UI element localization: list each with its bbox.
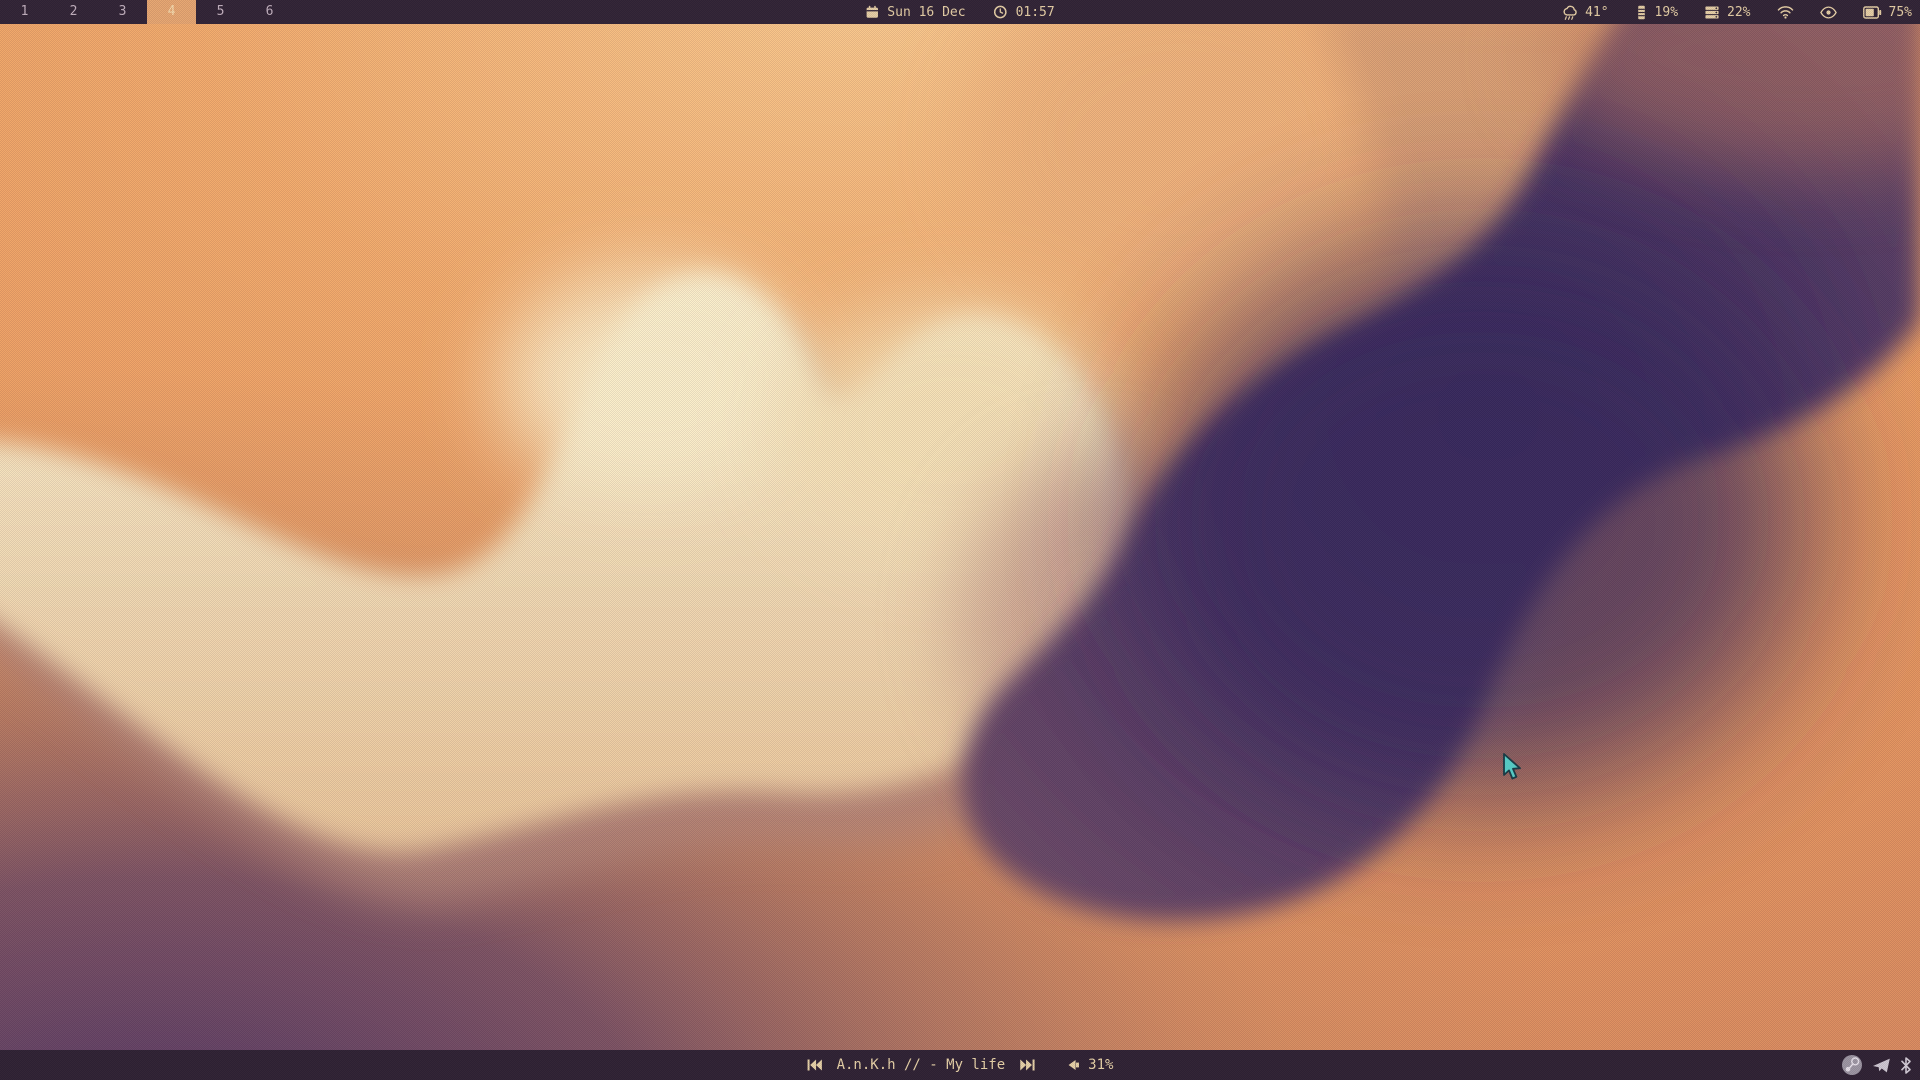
weather-module: 41° (1561, 4, 1608, 21)
top-status-bar: 1 2 3 4 5 6 Sun 16 Dec (0, 0, 1920, 24)
music-player-module: A.n.K.h // - My life 31% (807, 1050, 1114, 1080)
weather-temp-label: 41° (1585, 5, 1608, 20)
eye-icon[interactable] (1820, 6, 1837, 19)
wifi-module (1777, 5, 1794, 19)
cpu-icon (1704, 5, 1720, 20)
volume-icon[interactable] (1067, 1059, 1080, 1071)
redshift-module (1820, 6, 1837, 19)
status-modules: 41° 19% (1561, 0, 1912, 24)
desktop-wallpaper (0, 0, 1920, 1080)
memory-percent-label: 19% (1655, 5, 1678, 20)
workspace-2[interactable]: 2 (49, 0, 98, 24)
battery-module: 75% (1863, 5, 1912, 20)
cpu-percent-label: 22% (1727, 5, 1750, 20)
steam-icon[interactable] (1841, 1054, 1863, 1076)
battery-percent-label: 75% (1889, 5, 1912, 20)
workspace-5[interactable]: 5 (196, 0, 245, 24)
workspace-1[interactable]: 1 (0, 0, 49, 24)
battery-icon (1863, 6, 1882, 19)
volume-module[interactable]: 31% (1067, 1057, 1113, 1073)
time-label: 01:57 (1016, 5, 1055, 20)
workspace-6[interactable]: 6 (245, 0, 294, 24)
memory-icon (1635, 5, 1648, 20)
memory-module: 19% (1635, 5, 1678, 20)
date-label: Sun 16 Dec (887, 5, 965, 20)
telegram-icon[interactable] (1872, 1057, 1891, 1074)
desktop: 1 2 3 4 5 6 Sun 16 Dec (0, 0, 1920, 1080)
skip-forward-icon[interactable] (1019, 1058, 1035, 1072)
volume-percent-label: 31% (1088, 1057, 1113, 1073)
cpu-module: 22% (1704, 5, 1750, 20)
wifi-icon (1777, 5, 1794, 19)
track-title-label: A.n.K.h // - My life (837, 1057, 1006, 1073)
weather-rain-icon (1561, 4, 1578, 21)
system-tray (1841, 1050, 1912, 1080)
workspace-4[interactable]: 4 (147, 0, 196, 24)
calendar-icon (865, 5, 879, 19)
bottom-status-bar: A.n.K.h // - My life 31% (0, 1050, 1920, 1080)
clock-icon (994, 5, 1008, 19)
bluetooth-icon[interactable] (1900, 1057, 1912, 1074)
workspace-switcher: 1 2 3 4 5 6 (0, 0, 294, 24)
datetime-module: Sun 16 Dec 01:57 (865, 0, 1054, 24)
workspace-3[interactable]: 3 (98, 0, 147, 24)
skip-back-icon[interactable] (807, 1058, 823, 1072)
